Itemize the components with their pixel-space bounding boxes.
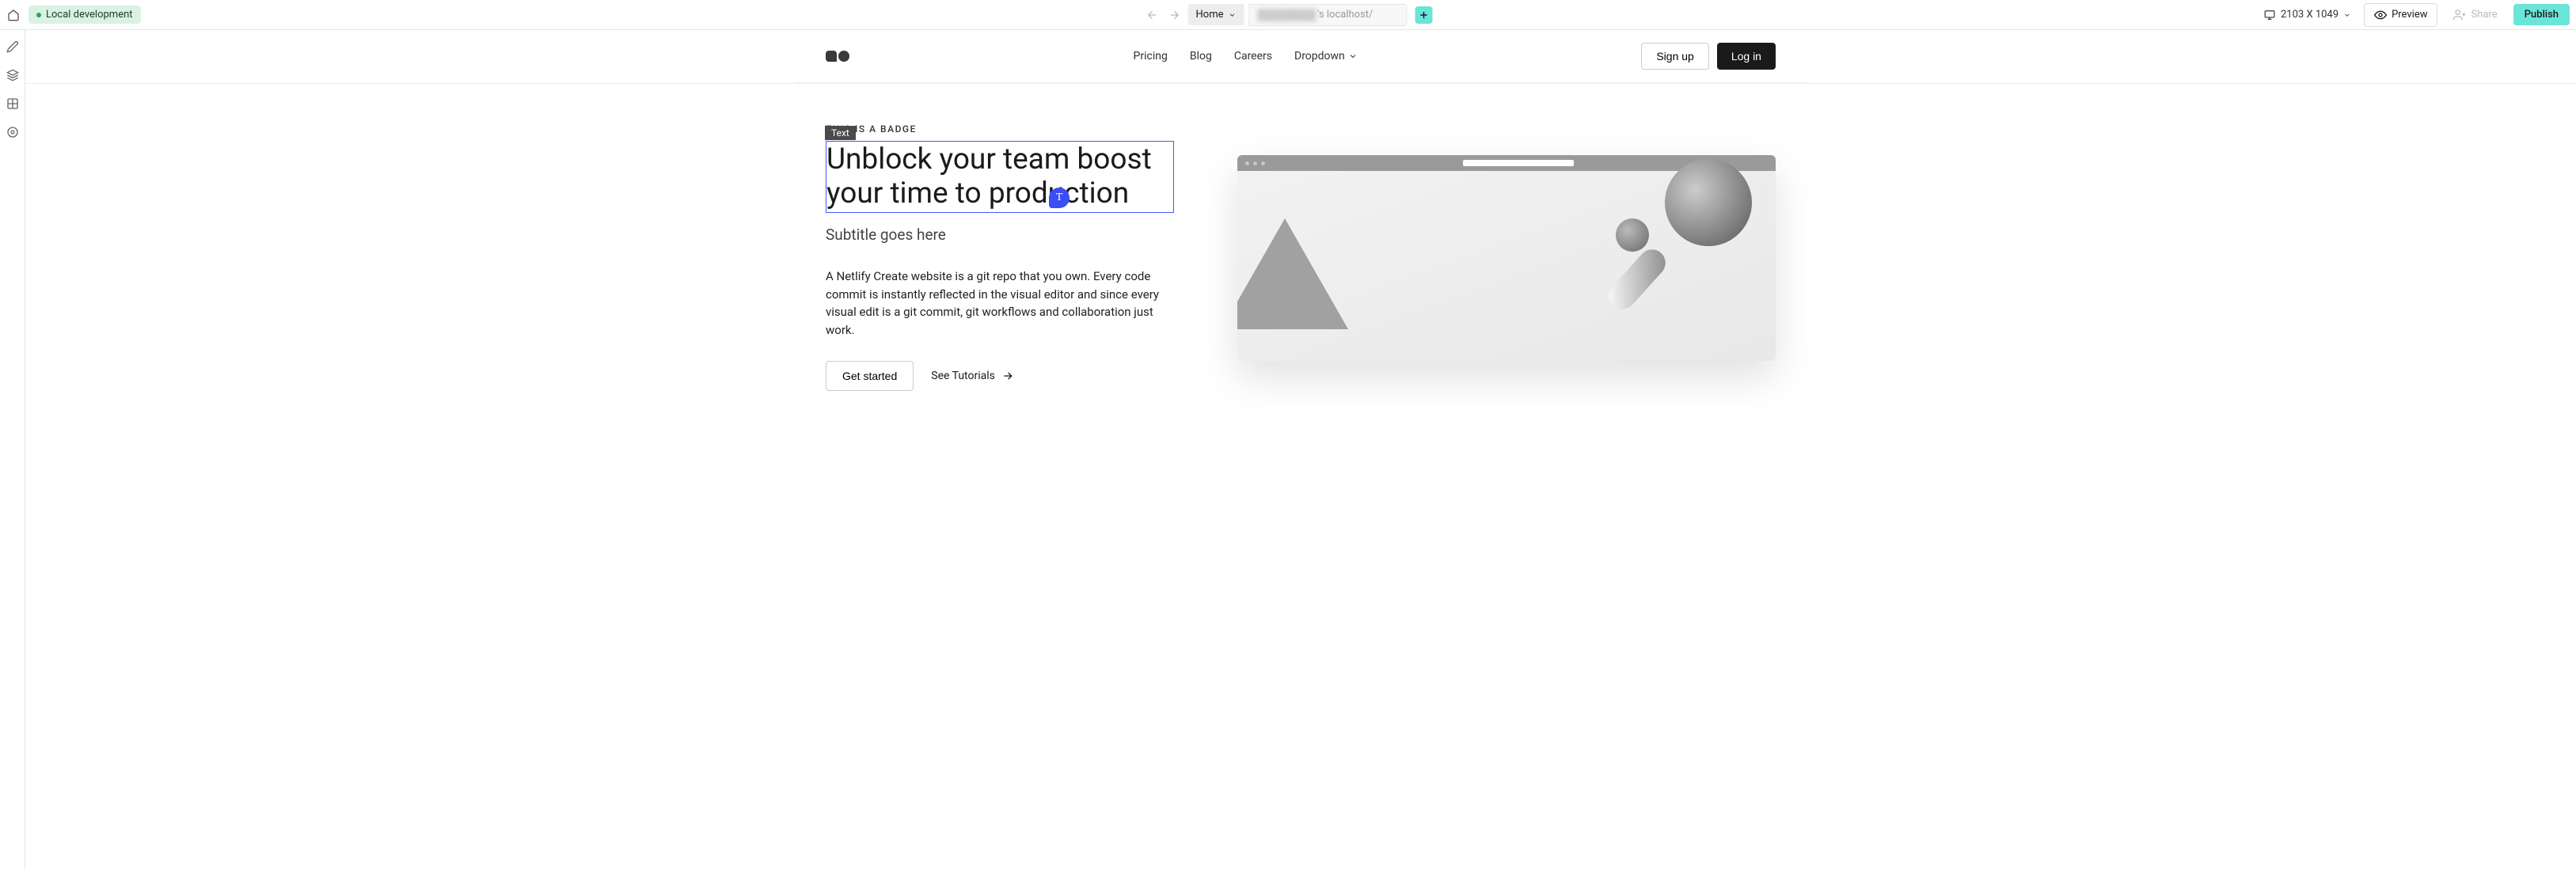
environment-label: Local development <box>46 9 133 21</box>
preview-button[interactable]: Preview <box>2364 3 2437 27</box>
page-canvas[interactable]: Pricing Blog Careers Dropdown Sign up Lo… <box>25 30 2576 431</box>
assets-tool-icon[interactable] <box>6 125 20 139</box>
url-suffix: 's localhost/ <box>1317 9 1373 21</box>
hero-image-mock <box>1237 155 1776 361</box>
hero-section: THIS IS A BADGE Text Unblock your team b… <box>826 123 1776 391</box>
auth-buttons: Sign up Log in <box>1641 43 1776 70</box>
hero-badge[interactable]: THIS IS A BADGE <box>826 123 1174 135</box>
app-toolbar: Local development Home ████████ 's local… <box>0 0 2576 30</box>
viewport-selector[interactable]: 2103 X 1049 <box>2259 6 2356 24</box>
big-circle-shape <box>1665 159 1752 246</box>
edit-tool-icon[interactable] <box>6 40 20 54</box>
grid-tool-icon[interactable] <box>6 97 20 111</box>
nav-blog[interactable]: Blog <box>1190 50 1212 63</box>
forward-arrow-icon[interactable] <box>1166 6 1184 24</box>
monitor-icon <box>2263 9 2276 21</box>
publish-label: Publish <box>2525 9 2559 21</box>
viewport-text: 2103 X 1049 <box>2281 9 2339 21</box>
chevron-down-icon <box>1348 51 1358 61</box>
nav-dropdown[interactable]: Dropdown <box>1294 50 1358 63</box>
get-started-button[interactable]: Get started <box>826 361 914 391</box>
page-selector[interactable]: Home <box>1188 4 1244 25</box>
layers-tool-icon[interactable] <box>6 68 20 82</box>
url-user-blurred: ████████ <box>1257 9 1316 21</box>
triangle-shape <box>1237 218 1348 329</box>
site-logo[interactable] <box>826 51 849 62</box>
selection-type-label: Text <box>825 126 856 140</box>
see-tutorials-link[interactable]: See Tutorials <box>931 370 1014 382</box>
arrow-right-icon <box>1001 370 1014 382</box>
signup-button[interactable]: Sign up <box>1641 43 1708 70</box>
environment-badge: Local development <box>28 6 141 24</box>
tool-sidebar <box>0 30 25 869</box>
url-bar[interactable]: ████████ 's localhost/ <box>1248 4 1407 26</box>
site-header: Pricing Blog Careers Dropdown Sign up Lo… <box>794 30 1807 83</box>
add-page-button[interactable] <box>1415 6 1432 24</box>
pill-shape <box>1603 244 1670 315</box>
page-name: Home <box>1196 9 1224 21</box>
user-plus-icon <box>2453 9 2466 21</box>
small-circle-shape <box>1616 218 1649 252</box>
text-edit-badge[interactable]: T <box>1049 188 1070 208</box>
share-button: Share <box>2445 4 2505 26</box>
eye-icon <box>2374 9 2387 21</box>
preview-label: Preview <box>2392 9 2427 21</box>
hero-title[interactable]: Unblock your team boost your time to pro… <box>826 141 1174 213</box>
nav-pricing[interactable]: Pricing <box>1134 50 1168 63</box>
chevron-down-icon <box>1228 11 1236 19</box>
hero-subtitle[interactable]: Subtitle goes here <box>826 226 1174 244</box>
share-label: Share <box>2471 9 2497 21</box>
hero-body[interactable]: A Netlify Create website is a git repo t… <box>826 268 1166 339</box>
back-arrow-icon[interactable] <box>1144 6 1161 24</box>
site-nav: Pricing Blog Careers Dropdown <box>1134 50 1358 63</box>
login-button[interactable]: Log in <box>1717 43 1776 70</box>
publish-button[interactable]: Publish <box>2513 4 2570 25</box>
nav-careers[interactable]: Careers <box>1234 50 1272 63</box>
home-icon[interactable] <box>6 8 21 22</box>
chevron-down-icon <box>2343 11 2351 19</box>
